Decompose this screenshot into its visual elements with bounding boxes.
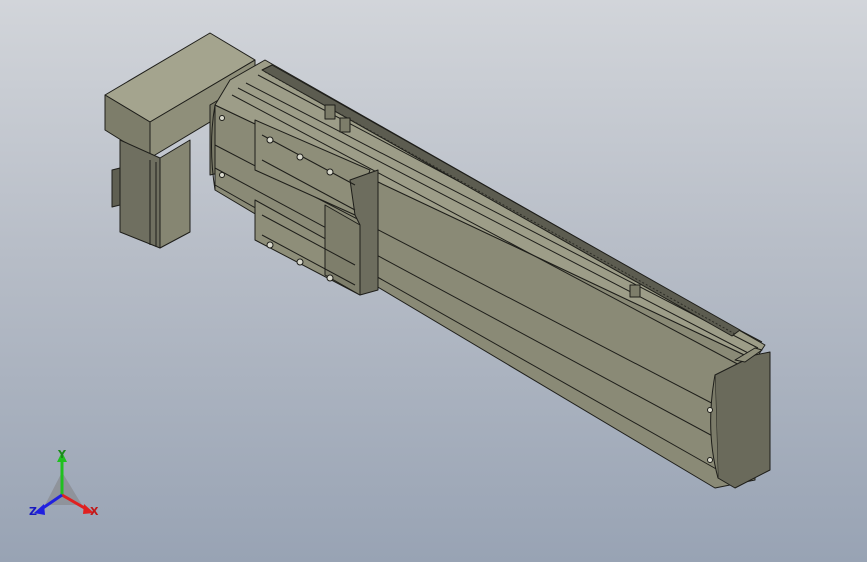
orientation-triad (34, 452, 94, 515)
linear-actuator-model[interactable] (0, 0, 867, 562)
graphics-viewport[interactable]: Y X Z (0, 0, 867, 562)
triad-x-label: X (90, 505, 99, 518)
motor-body (111, 139, 191, 249)
triad-y-label: Y (58, 448, 66, 461)
triad-z-label: Z (29, 505, 37, 518)
rail-body (211, 59, 766, 489)
